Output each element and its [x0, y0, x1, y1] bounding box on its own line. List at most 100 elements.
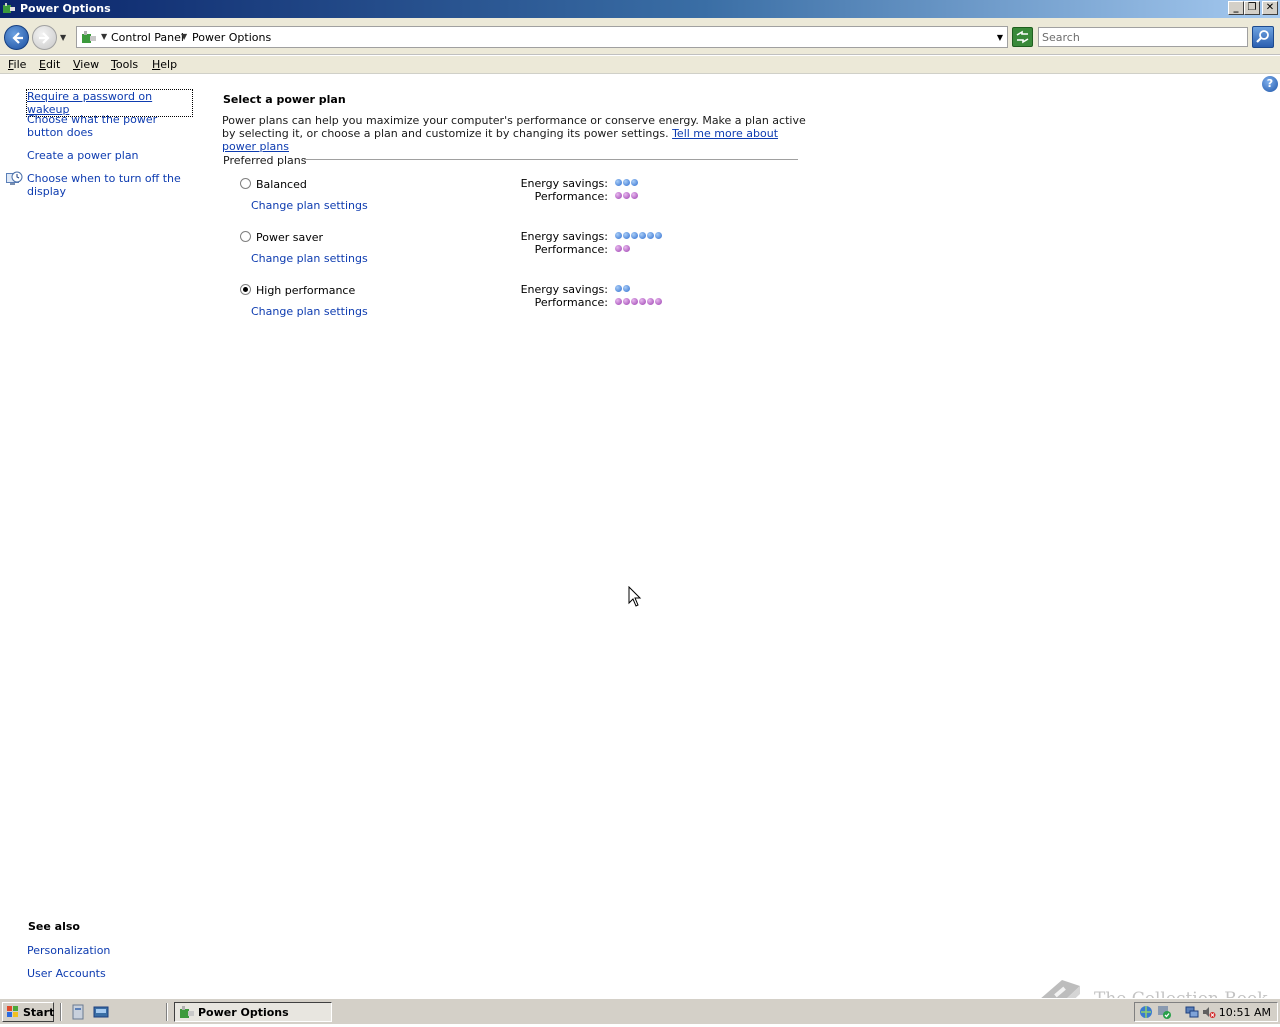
show-desktop-icon[interactable] — [93, 1004, 109, 1020]
menu-edit[interactable]: Edit — [39, 58, 60, 71]
taskbar-item-label: Power Options — [198, 1006, 289, 1019]
performance-meter-balanced — [615, 192, 638, 199]
restore-button[interactable]: ❐ — [1244, 1, 1260, 15]
energy-dot — [623, 232, 630, 239]
performance-dot — [615, 245, 622, 252]
energy-dot — [655, 232, 662, 239]
performance-dot — [655, 298, 662, 305]
taskbar-separator — [166, 1003, 168, 1021]
address-dropdown-icon[interactable]: ▼ — [997, 33, 1003, 42]
recent-pages-dropdown-icon[interactable]: ▼ — [60, 33, 66, 42]
see-also-personalization[interactable]: Personalization — [27, 944, 110, 957]
forward-arrow-icon — [39, 32, 50, 44]
server-manager-icon[interactable] — [70, 1004, 86, 1020]
radio-high-performance[interactable] — [240, 284, 251, 295]
menu-tools[interactable]: Tools — [111, 58, 138, 71]
change-plan-settings-high-performance[interactable]: Change plan settings — [251, 305, 368, 318]
menu-view[interactable]: View — [73, 58, 99, 71]
volume-muted-icon[interactable] — [1202, 1005, 1216, 1019]
taskbar: Start Power Options 10:51 AM — [0, 998, 1280, 1024]
energy-dot — [631, 232, 638, 239]
performance-dot — [639, 298, 646, 305]
performance-label: Performance: — [534, 296, 608, 309]
energy-dot — [631, 179, 638, 186]
address-field[interactable]: ▼ Control Panel ▼ Power Options ▼ — [76, 26, 1008, 48]
mouse-cursor-icon — [628, 586, 642, 607]
group-divider — [304, 159, 798, 160]
breadcrumb-power-options[interactable]: Power Options — [192, 31, 271, 44]
display-timer-icon — [6, 171, 23, 185]
power-options-icon — [180, 1006, 194, 1018]
taskbar-separator — [60, 1003, 62, 1021]
energy-dot — [647, 232, 654, 239]
clock: 10:51 AM — [1218, 1006, 1271, 1019]
back-arrow-icon — [12, 32, 23, 44]
performance-dot — [647, 298, 654, 305]
breadcrumb-arrow-icon[interactable]: ▼ — [101, 32, 107, 41]
search-button[interactable] — [1252, 26, 1274, 48]
performance-dot — [631, 192, 638, 199]
change-plan-settings-power-saver[interactable]: Change plan settings — [251, 252, 368, 265]
performance-meter-high-performance — [615, 298, 662, 305]
plan-name-balanced[interactable]: Balanced — [256, 178, 307, 191]
radio-balanced[interactable] — [240, 178, 251, 189]
breadcrumb-control-panel[interactable]: Control Panel — [111, 31, 184, 44]
task-create-plan[interactable]: Create a power plan — [27, 149, 192, 162]
refresh-button[interactable] — [1012, 27, 1033, 47]
security-check-icon[interactable] — [1157, 1005, 1171, 1019]
performance-dot — [631, 298, 638, 305]
plan-name-high-performance[interactable]: High performance — [256, 284, 355, 297]
see-also-user-accounts[interactable]: User Accounts — [27, 967, 106, 980]
power-options-icon — [3, 3, 15, 13]
refresh-icon — [1016, 30, 1029, 44]
minimize-button[interactable]: _ — [1228, 1, 1244, 15]
performance-dot — [623, 298, 630, 305]
energy-savings-label: Energy savings: — [520, 283, 608, 296]
energy-dot — [623, 179, 630, 186]
performance-dot — [615, 192, 622, 199]
change-plan-settings-balanced[interactable]: Change plan settings — [251, 199, 368, 212]
energy-dot — [639, 232, 646, 239]
performance-meter-power-saver — [615, 245, 630, 252]
network-connections-icon[interactable] — [1185, 1005, 1199, 1019]
taskbar-item-power-options[interactable]: Power Options — [174, 1002, 332, 1022]
plan-name-power-saver[interactable]: Power saver — [256, 231, 323, 244]
close-button[interactable]: ✕ — [1262, 1, 1278, 15]
search-icon — [1256, 30, 1269, 43]
energy-meter-balanced — [615, 179, 638, 186]
windows-logo-icon — [7, 1006, 18, 1017]
window-title: Power Options — [20, 2, 111, 15]
forward-button[interactable] — [32, 25, 57, 50]
performance-label: Performance: — [534, 190, 608, 203]
back-button[interactable] — [4, 25, 29, 50]
energy-meter-high-performance — [615, 285, 630, 292]
energy-dot — [615, 285, 622, 292]
task-power-button[interactable]: Choose what the power button does — [27, 113, 192, 139]
performance-dot — [623, 192, 630, 199]
menu-bar: File Edit View Tools Help — [0, 56, 1280, 74]
energy-savings-label: Energy savings: — [520, 177, 608, 190]
task-turn-off-display[interactable]: Choose when to turn off the display — [27, 172, 192, 198]
performance-dot — [623, 245, 630, 252]
start-label: Start — [23, 1006, 55, 1019]
energy-dot — [615, 232, 622, 239]
menu-help[interactable]: Help — [152, 58, 177, 71]
system-tray: 10:51 AM — [1134, 1002, 1278, 1022]
see-also-title: See also — [28, 920, 80, 933]
search-input[interactable] — [1038, 27, 1248, 47]
performance-label: Performance: — [534, 243, 608, 256]
control-panel-icon — [82, 31, 96, 43]
energy-dot — [623, 285, 630, 292]
radio-power-saver[interactable] — [240, 231, 251, 242]
title-bar[interactable]: Power Options _ ❐ ✕ — [0, 0, 1280, 18]
energy-savings-label: Energy savings: — [520, 230, 608, 243]
page-title: Select a power plan — [223, 93, 346, 106]
intro-text: Power plans can help you maximize your c… — [222, 114, 812, 153]
performance-dot — [615, 298, 622, 305]
energy-meter-power-saver — [615, 232, 662, 239]
network-globe-icon[interactable] — [1139, 1005, 1153, 1019]
menu-file[interactable]: File — [8, 58, 26, 71]
help-icon[interactable]: ? — [1262, 76, 1278, 92]
start-button[interactable]: Start — [2, 1002, 54, 1022]
breadcrumb-arrow-icon[interactable]: ▼ — [181, 32, 187, 41]
